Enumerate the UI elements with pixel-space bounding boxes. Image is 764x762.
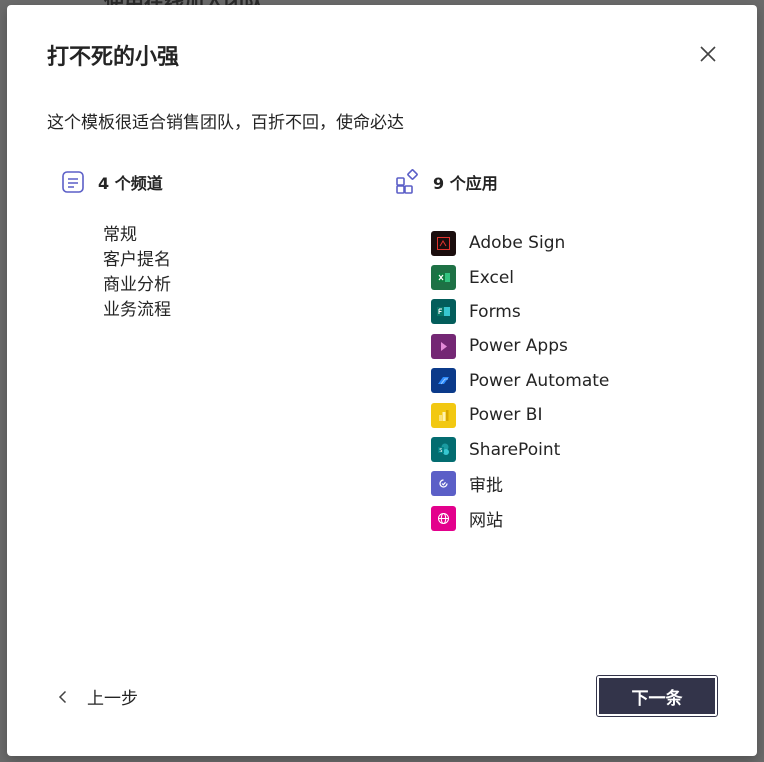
dialog-title: 打不死的小强 xyxy=(47,45,180,70)
channel-list-icon xyxy=(60,169,86,195)
app-item: Excel xyxy=(431,260,609,294)
app-label: Power Apps xyxy=(469,336,568,357)
apps-grid-icon xyxy=(395,169,421,195)
power-automate-icon xyxy=(431,368,456,394)
channel-item: 常规 xyxy=(103,225,137,245)
close-icon xyxy=(700,46,716,62)
template-dialog: 打不死的小强 这个模板很适合销售团队，百折不回，使命必达 4 个频道 常规 客户… xyxy=(7,5,757,756)
website-icon xyxy=(431,505,456,531)
forms-icon xyxy=(431,299,456,325)
adobe-sign-icon xyxy=(431,230,456,256)
channel-item: 商业分析 xyxy=(103,275,171,295)
app-item: Power Apps xyxy=(431,329,609,363)
app-item: Power BI xyxy=(431,398,609,432)
app-item: 网站 xyxy=(431,501,609,535)
power-apps-icon xyxy=(431,333,456,359)
svg-text:S: S xyxy=(439,448,442,454)
app-item: S SharePoint xyxy=(431,432,609,466)
app-label: Adobe Sign xyxy=(469,233,566,254)
back-button[interactable]: 上一步 xyxy=(55,684,138,709)
app-list: Adobe Sign Excel Forms Power Apps Power … xyxy=(431,226,609,536)
app-item: Adobe Sign xyxy=(431,226,609,260)
apps-heading: 9 个应用 xyxy=(395,169,498,195)
approvals-icon xyxy=(431,471,456,497)
app-label: Power BI xyxy=(469,405,543,426)
next-button[interactable]: 下一条 xyxy=(596,675,718,717)
channels-heading: 4 个频道 xyxy=(60,169,163,195)
back-button-label: 上一步 xyxy=(87,689,138,709)
power-bi-icon xyxy=(431,402,456,428)
sharepoint-icon: S xyxy=(431,437,456,463)
chevron-left-icon xyxy=(55,689,71,705)
dialog-subtitle: 这个模板很适合销售团队，百折不回，使命必达 xyxy=(47,113,404,133)
channels-heading-label: 4 个频道 xyxy=(98,174,163,193)
close-button[interactable] xyxy=(693,39,723,69)
channel-item: 业务流程 xyxy=(103,300,171,320)
apps-heading-label: 9 个应用 xyxy=(433,174,498,193)
channel-list: 常规 客户提名 商业分析 业务流程 xyxy=(103,223,171,323)
app-label: 网站 xyxy=(469,510,503,531)
app-item: Power Automate xyxy=(431,364,609,398)
app-label: Power Automate xyxy=(469,370,610,391)
channel-item: 客户提名 xyxy=(103,250,171,270)
app-item: 审批 xyxy=(431,467,609,501)
app-label: SharePoint xyxy=(469,439,561,460)
app-label: 审批 xyxy=(469,476,503,497)
app-label: Excel xyxy=(469,267,515,288)
app-label: Forms xyxy=(469,301,521,322)
app-item: Forms xyxy=(431,295,609,329)
excel-icon xyxy=(431,265,456,291)
